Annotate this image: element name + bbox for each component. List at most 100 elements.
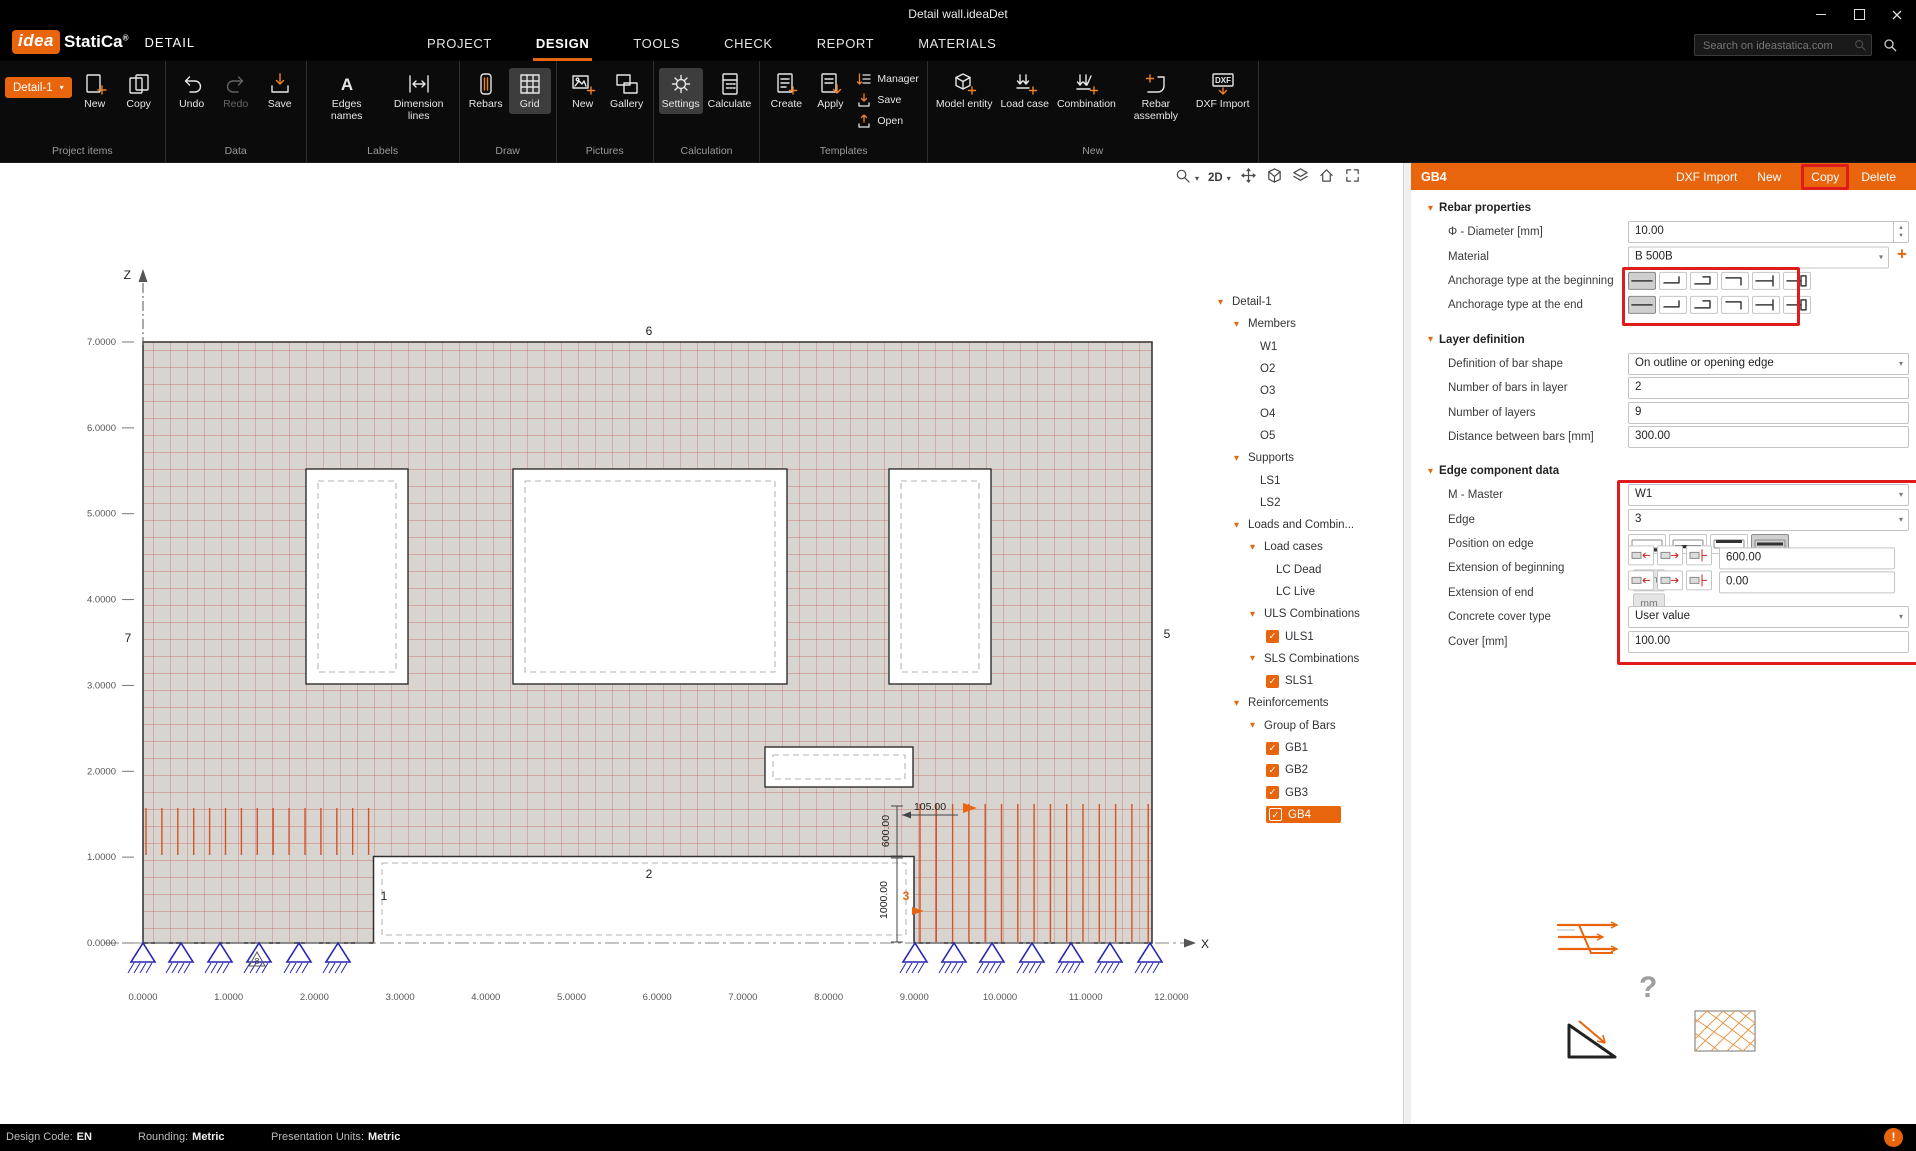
search-input[interactable] <box>1701 36 1851 56</box>
tree-expand-icon[interactable]: ▾ <box>1250 542 1264 553</box>
view-mode-chevron-icon[interactable]: ▾ <box>1227 174 1231 183</box>
add-material-button[interactable]: + <box>1897 244 1907 263</box>
tree-expand-icon[interactable]: ▾ <box>1218 297 1232 308</box>
support-triangle[interactable] <box>899 941 929 974</box>
fullscreen-icon[interactable] <box>1344 167 1361 189</box>
input-cover-mm[interactable]: 100.00 <box>1628 630 1909 653</box>
tab-report[interactable]: REPORT <box>814 29 878 61</box>
tree-item-o3[interactable]: O3 <box>1212 380 1402 402</box>
tree-item-sls1[interactable]: ✓ SLS1 <box>1212 670 1402 692</box>
tree-expand-icon[interactable]: ▾ <box>1234 698 1248 709</box>
ribbon-button-calculation-settings[interactable]: Settings <box>658 68 703 114</box>
extension-option-1[interactable] <box>1628 545 1654 566</box>
extension-option-2[interactable] <box>1657 545 1683 566</box>
tree-checkbox[interactable]: ✓ <box>1266 674 1279 688</box>
tab-design[interactable]: DESIGN <box>532 29 593 61</box>
support-triangle[interactable] <box>283 941 313 974</box>
support-triangle[interactable] <box>322 941 352 974</box>
extension-option-3[interactable] <box>1686 545 1712 566</box>
props-new-button[interactable]: New <box>1757 170 1781 184</box>
props-copy-button[interactable]: Copy <box>1811 170 1839 184</box>
anchorage-type-option-5[interactable] <box>1752 271 1780 290</box>
info-badge[interactable]: ! <box>1884 1128 1903 1147</box>
tree-expand-icon[interactable]: ▾ <box>1250 720 1264 731</box>
dropdown-concrete-cover-type[interactable]: User value ▾ <box>1628 606 1909 629</box>
tree-item-o4[interactable]: O4 <box>1212 402 1402 424</box>
support-triangle[interactable] <box>1016 941 1046 974</box>
anchorage-type-option-3[interactable] <box>1690 296 1718 315</box>
tree-item-lc-dead[interactable]: LC Dead <box>1212 559 1402 581</box>
input-extension-of-beginning[interactable]: 600.00 <box>1719 547 1895 570</box>
tree-checkbox[interactable]: ✓ <box>1266 763 1279 777</box>
drawing-canvas[interactable]: Z X 7.0000 6.0000 5.0000 4.0000 3.0000 2.0000… <box>0 163 1403 1124</box>
tree-item-gb4[interactable]: ✓ GB4 <box>1212 804 1402 826</box>
props-dxf-import-button[interactable]: DXF Import <box>1676 170 1737 184</box>
support-triangle[interactable] <box>127 941 157 974</box>
close-button[interactable] <box>1878 0 1916 29</box>
supports-group[interactable] <box>127 941 1164 974</box>
spinner-arrows[interactable]: ▴ ▾ <box>1893 222 1908 243</box>
opening-o2[interactable] <box>305 468 409 685</box>
project-item-select[interactable]: Detail-1 ▾ <box>5 77 72 98</box>
ribbon-button-new-combination[interactable]: Combination <box>1054 68 1119 114</box>
tree-item-uls-combinations[interactable]: ▾ ULS Combinations <box>1212 603 1402 625</box>
ribbon-button-project-items-new[interactable]: New <box>74 68 116 114</box>
tree-item-o2[interactable]: O2 <box>1212 358 1402 380</box>
section-collapse-icon[interactable]: ▾ <box>1428 334 1433 345</box>
tree-item-group-of-bars[interactable]: ▾ Group of Bars <box>1212 715 1402 737</box>
support-triangle[interactable] <box>165 941 195 974</box>
panel-divider[interactable] <box>1403 163 1411 1124</box>
opening-o5[interactable] <box>764 746 914 788</box>
props-delete-button[interactable]: Delete <box>1861 170 1896 184</box>
fit-view-icon[interactable] <box>1240 167 1257 189</box>
tree-item-ls2[interactable]: LS2 <box>1212 492 1402 514</box>
section-collapse-icon[interactable]: ▾ <box>1428 466 1433 477</box>
dropdown-material[interactable]: B 500B ▾ <box>1628 246 1889 269</box>
dropdown-edge[interactable]: 3 ▾ <box>1628 508 1909 531</box>
view-cube-icon[interactable] <box>1266 167 1283 189</box>
tree-expand-icon[interactable]: ▾ <box>1234 520 1248 531</box>
ribbon-button-draw-rebars[interactable]: Rebars <box>465 68 507 114</box>
ribbon-button-data-save[interactable]: Save <box>259 68 301 114</box>
support-triangle[interactable] <box>1134 941 1164 974</box>
support-triangle[interactable] <box>204 941 234 974</box>
ribbon-button-new-dxf-import[interactable]: DXF DXF Import <box>1193 68 1253 114</box>
anchorage-type-option-3[interactable] <box>1690 271 1718 290</box>
extension-option-2[interactable] <box>1657 570 1683 591</box>
view-mode-select[interactable]: 2D <box>1208 172 1223 184</box>
ribbon-button-calculation-calculate[interactable]: Calculate <box>705 68 755 114</box>
tree-item-reinforcements[interactable]: ▾ Reinforcements <box>1212 692 1402 714</box>
ribbon-button-templates-create[interactable]: Create <box>765 68 807 114</box>
anchorage-type-option-1[interactable] <box>1628 271 1656 290</box>
tree-checkbox[interactable]: ✓ <box>1266 741 1279 755</box>
ribbon-button-open[interactable]: Open <box>853 112 921 130</box>
tree-item-gb1[interactable]: ✓ GB1 <box>1212 737 1402 759</box>
ribbon-button-draw-grid[interactable]: Grid <box>508 68 551 114</box>
tree-item-lc-live[interactable]: LC Live <box>1212 581 1402 603</box>
ribbon-button-new-load-case[interactable]: Load case <box>997 68 1051 114</box>
tree-item-gb2[interactable]: ✓ GB2 <box>1212 759 1402 781</box>
tree-item-loads-and-combin[interactable]: ▾ Loads and Combin... <box>1212 514 1402 536</box>
tab-project[interactable]: PROJECT <box>424 29 495 61</box>
tree-item-gb3[interactable]: ✓ GB3 <box>1212 782 1402 804</box>
support-triangle[interactable] <box>938 941 968 974</box>
tree-item-load-cases[interactable]: ▾ Load cases <box>1212 536 1402 558</box>
tree-item-detail-1[interactable]: ▾ Detail-1 <box>1212 291 1402 313</box>
tab-materials[interactable]: MATERIALS <box>915 29 999 61</box>
ribbon-button-labels-edges-names[interactable]: A Edges names <box>312 68 382 126</box>
tree-expand-icon[interactable]: ▾ <box>1234 453 1248 464</box>
support-triangle[interactable] <box>1094 941 1124 974</box>
tree-checkbox[interactable]: ✓ <box>1269 808 1282 822</box>
opening-o3[interactable] <box>512 468 788 685</box>
maximize-button[interactable] <box>1840 0 1878 29</box>
home-view-icon[interactable] <box>1318 167 1335 189</box>
tree-expand-icon[interactable]: ▾ <box>1250 653 1264 664</box>
tree-checkbox[interactable]: ✓ <box>1266 630 1279 644</box>
section-collapse-icon[interactable]: ▾ <box>1428 203 1433 214</box>
anchorage-type-option-2[interactable] <box>1659 296 1687 315</box>
tab-check[interactable]: CHECK <box>721 29 776 61</box>
anchorage-type-option-2[interactable] <box>1659 271 1687 290</box>
anchorage-type-option-5[interactable] <box>1752 296 1780 315</box>
minimize-button[interactable] <box>1802 0 1840 29</box>
spinner-diameter-mm[interactable]: 10.00 ▴ ▾ <box>1628 221 1909 244</box>
